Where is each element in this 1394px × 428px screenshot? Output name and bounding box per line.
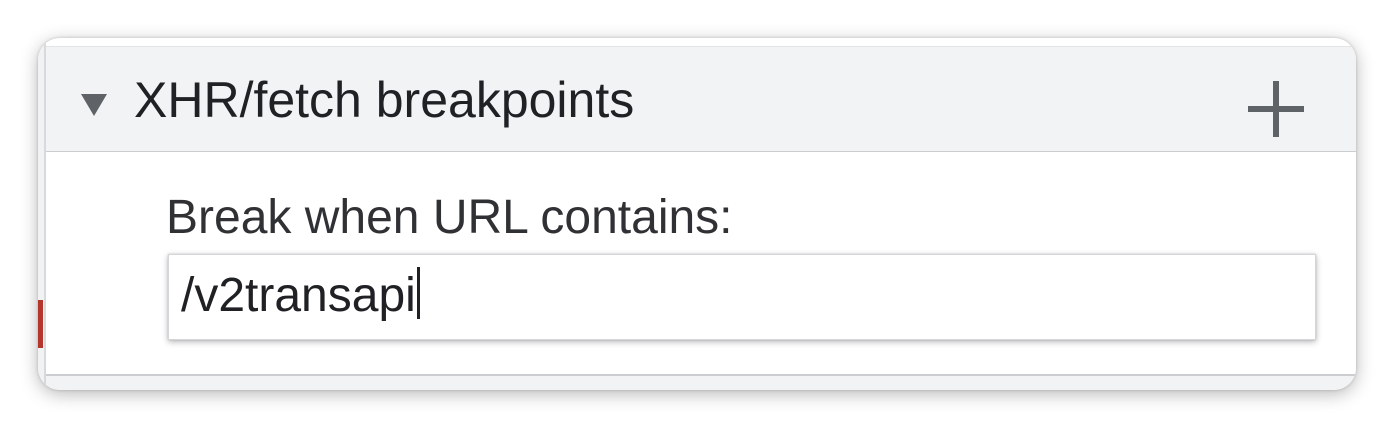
next-section-divider — [46, 374, 1356, 390]
breakpoint-editor: Break when URL contains: /v2transapi — [46, 152, 1356, 374]
screenshot-stage: XHR/fetch breakpoints Break when URL con… — [0, 0, 1394, 428]
plus-icon[interactable] — [1248, 81, 1304, 137]
triangle-down-icon[interactable] — [81, 94, 107, 116]
url-contains-input[interactable]: /v2transapi — [168, 254, 1316, 340]
panel-header[interactable]: XHR/fetch breakpoints — [46, 46, 1356, 153]
text-caret — [416, 267, 420, 319]
red-indicator — [38, 300, 43, 348]
panel-title: XHR/fetch breakpoints — [134, 72, 635, 128]
plus-vertical-bar — [1273, 81, 1279, 137]
url-input-text: /v2transapi — [181, 269, 416, 322]
url-input-value[interactable]: /v2transapi — [181, 267, 420, 325]
breakpoints-panel: XHR/fetch breakpoints Break when URL con… — [38, 38, 1356, 390]
url-condition-label: Break when URL contains: — [166, 191, 733, 244]
